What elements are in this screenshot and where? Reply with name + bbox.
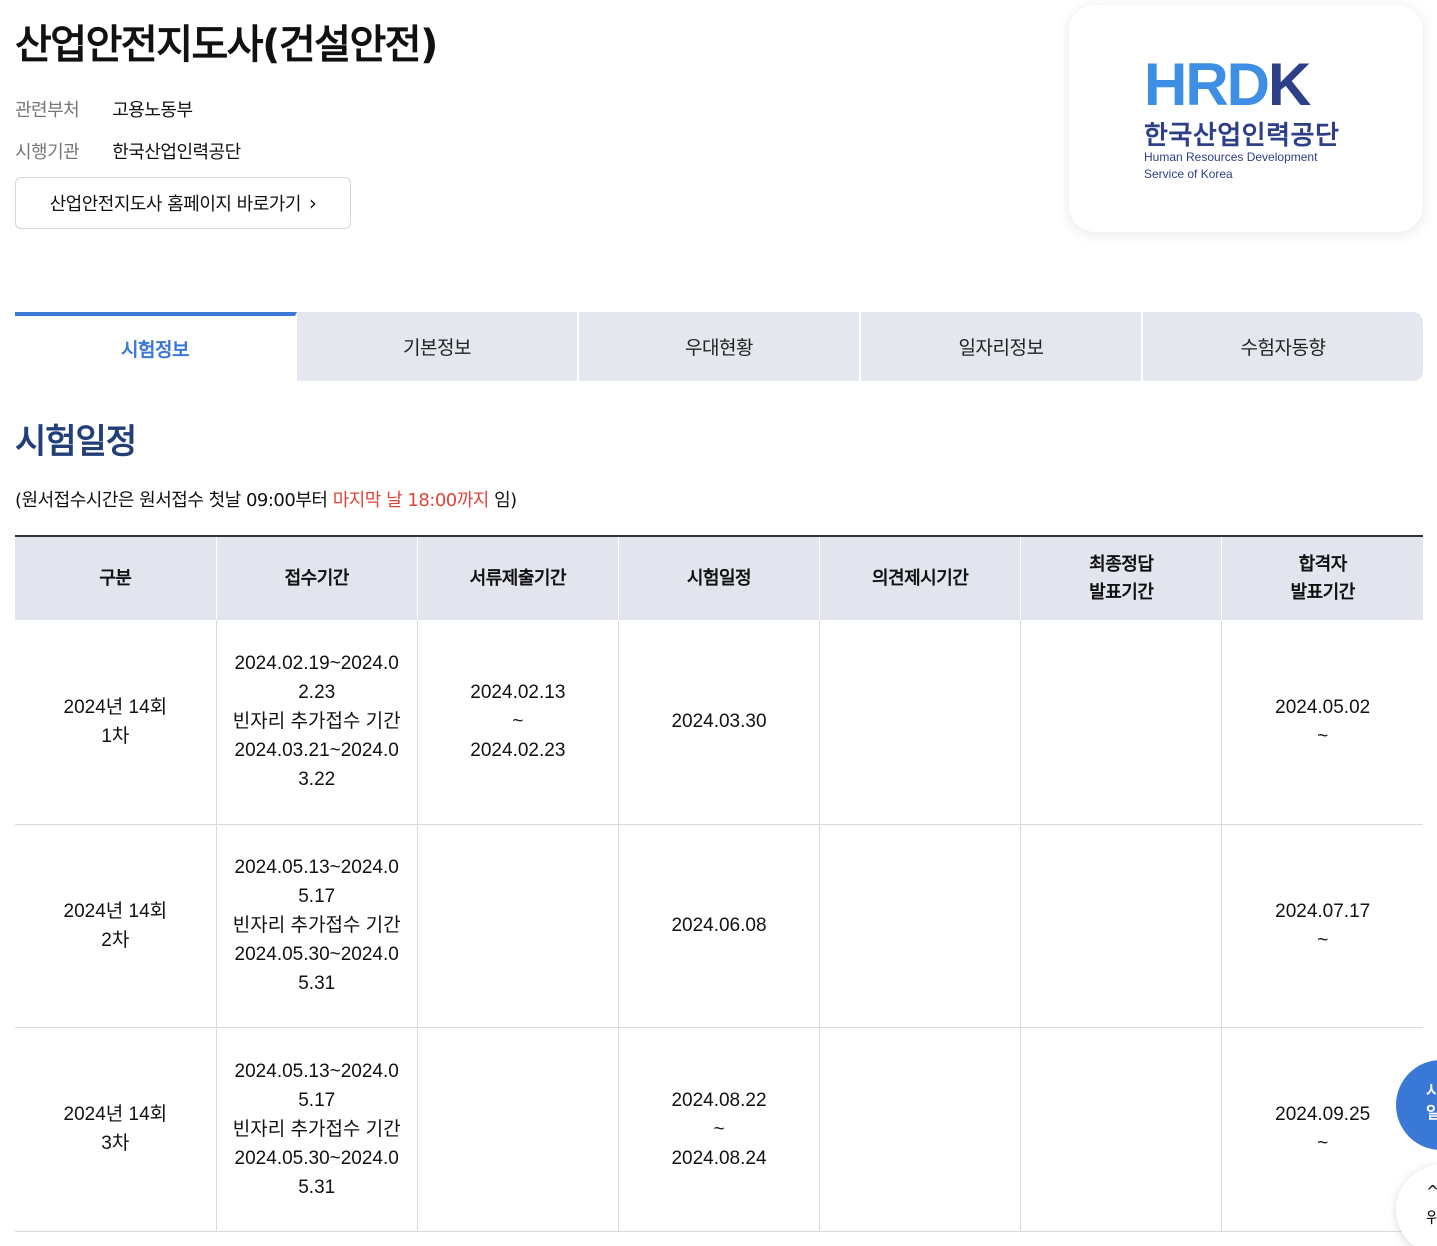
exam-schedule-table: 구분 접수기간 서류제출기간 시험일정 의견제시기간 최종정답 발표기간 합격자 발…	[15, 535, 1423, 1232]
cell-application: 2024.05.13~2024.05.17 빈자리 추가접수 기간 2024.05.…	[216, 824, 418, 1028]
cell-result: 2024.05.02 ~	[1221, 620, 1423, 825]
col-opinion: 의견제시기간	[819, 536, 1022, 620]
cell-exam: 2024.03.30	[618, 620, 821, 825]
note-highlight: 마지막 날 18:00까지	[332, 490, 490, 511]
homepage-link-button[interactable]: 산업안전지도사 홈페이지 바로가기 ›	[15, 177, 351, 229]
logo-korean-name: 한국산업인력공단	[1144, 121, 1340, 151]
table-header-row: 구분 접수기간 서류제출기간 시험일정 의견제시기간 최종정답 발표기간 합격자 발…	[15, 536, 1423, 620]
page-title: 산업안전지도사(건설안전)	[15, 22, 438, 68]
agency-label: 시행기관	[15, 142, 80, 163]
chevron-right-icon: ›	[308, 191, 317, 215]
cell-final-answer	[1020, 824, 1223, 1028]
cell-application: 2024.05.13~2024.05.17 빈자리 추가접수 기간 2024.05.…	[216, 1027, 418, 1232]
cell-application: 2024.02.19~2024.02.23 빈자리 추가접수 기간 2024.03.…	[216, 620, 418, 825]
col-division: 구분	[15, 536, 217, 620]
tab-preference[interactable]: 우대현황	[579, 312, 861, 381]
homepage-link-label: 산업안전지도사 홈페이지 바로가기	[49, 194, 302, 215]
col-final-answer: 최종정답 발표기간	[1020, 536, 1223, 620]
cell-final-answer	[1020, 1027, 1223, 1232]
tab-job-info[interactable]: 일자리정보	[861, 312, 1143, 381]
cell-division: 2024년 14회 3차	[15, 1027, 217, 1232]
agency-logo: HRDK 한국산업인력공단 Human Resources Developmen…	[1069, 5, 1423, 232]
cell-documents	[417, 824, 619, 1028]
table-row: 2024년 14회 3차 2024.05.13~2024.05.17 빈자리 추가접…	[15, 1027, 1423, 1232]
cell-opinion	[819, 824, 1022, 1028]
table-row: 2024년 14회 1차 2024.02.19~2024.02.23 빈자리 추가접…	[15, 620, 1423, 825]
cell-final-answer	[1020, 620, 1223, 825]
col-documents: 서류제출기간	[417, 536, 619, 620]
hrdk-logo-mark: HRDK	[1144, 51, 1311, 118]
cell-exam: 2024.08.22 ~2024.08.24	[618, 1027, 821, 1232]
cell-division: 2024년 14회 1차	[15, 620, 217, 825]
agency-value: 한국산업인력공단	[112, 142, 241, 163]
col-exam: 시험일정	[618, 536, 821, 620]
col-application: 접수기간	[216, 536, 418, 620]
cell-exam: 2024.06.08	[618, 824, 821, 1028]
col-result: 합격자 발표기간	[1221, 536, 1423, 620]
cell-documents	[417, 1027, 619, 1232]
logo-english-line2: Service of Korea	[1144, 167, 1233, 181]
tab-examinee-trends[interactable]: 수험자동향	[1143, 312, 1423, 381]
tab-exam-info[interactable]: 시험정보	[15, 312, 297, 381]
section-title: 시험일정	[15, 422, 137, 462]
ministry-label: 관련부처	[15, 100, 80, 121]
logo-english-line1: Human Resources Development	[1144, 150, 1318, 164]
tab-bar: 시험정보 기본정보 우대현황 일자리정보 수험자동향	[15, 312, 1423, 381]
cell-opinion	[819, 620, 1022, 825]
ministry-row: 관련부처 고용노동부	[15, 96, 193, 122]
cell-result: 2024.07.17 ~	[1221, 824, 1423, 1028]
agency-row: 시행기관 한국산업인력공단	[15, 138, 241, 164]
cell-documents: 2024.02.13 ~2024.02.23	[417, 620, 619, 825]
tab-basic-info[interactable]: 기본정보	[297, 312, 579, 381]
cell-division: 2024년 14회 2차	[15, 824, 217, 1028]
cell-opinion	[819, 1027, 1022, 1232]
ministry-value: 고용노동부	[112, 100, 193, 121]
cell-result: 2024.09.25 ~	[1221, 1027, 1423, 1232]
table-row: 2024년 14회 2차 2024.05.13~2024.05.17 빈자리 추가접…	[15, 824, 1423, 1028]
application-time-note: (원서접수시간은 원서접수 첫날 09:00부터 마지막 날 18:00까지 임…	[15, 490, 517, 511]
